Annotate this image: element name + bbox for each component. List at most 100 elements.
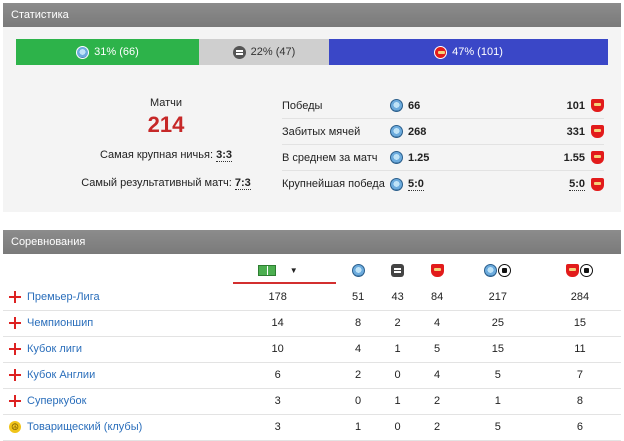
table-row: Суперкубок 3 0 1 2 1 8 — [3, 388, 621, 415]
arsenal-badge-icon — [591, 99, 604, 112]
table-cell: 5 — [456, 362, 539, 389]
competition-link[interactable]: Кубок лиги — [27, 343, 82, 355]
man-city-badge-icon — [390, 151, 403, 164]
draws-column-header[interactable] — [378, 256, 418, 284]
table-row: Чемпионшип 14 8 2 4 25 15 — [3, 310, 621, 337]
table-cell: 43 — [377, 284, 418, 311]
arsenal-badge-icon — [591, 177, 604, 191]
man-city-badge-icon — [390, 177, 403, 191]
stats-header: Статистика — [3, 3, 621, 27]
competition-link[interactable]: Кубок Англии — [27, 369, 95, 381]
team1-goals-value: 268 — [408, 125, 427, 138]
table-cell: 84 — [417, 284, 457, 311]
competition-link[interactable]: Премьер-Лига — [27, 291, 100, 303]
table-cell: 1 — [456, 388, 539, 415]
table-cell: 2 — [377, 310, 418, 337]
table-cell: 1 — [377, 388, 418, 415]
table-cell: 8 — [338, 310, 378, 337]
competition-cell: ☮ Товарищеский (клубы) — [3, 414, 217, 441]
table-cell: 15 — [538, 310, 621, 337]
peace-icon: ☮ — [9, 421, 21, 434]
wins-label: Победы — [282, 99, 323, 112]
england-flag-icon — [9, 317, 21, 330]
team1-goals-column-header[interactable] — [457, 256, 539, 284]
draws-segment[interactable]: 22% (47) — [199, 39, 329, 65]
matches-total: 214 — [147, 112, 185, 137]
biggest-win-row: Крупнейшая победа 5:0 5:0 — [282, 171, 604, 197]
table-cell: 217 — [456, 284, 539, 311]
table-cell: 7 — [538, 362, 621, 389]
table-row: Кубок лиги 10 4 1 5 15 11 — [3, 336, 621, 363]
table-cell: 6 — [538, 414, 621, 441]
table-cell: 15 — [456, 336, 539, 363]
matches-label: Матчи — [149, 97, 183, 109]
draw-icon — [391, 263, 405, 277]
team1-wins-column-header[interactable] — [338, 256, 378, 284]
arsenal-badge-icon — [430, 263, 444, 277]
team2-biggest-win-value[interactable]: 5:0 — [569, 178, 585, 191]
competition-link[interactable]: Суперкубок — [27, 395, 86, 407]
biggest-draw: Самая крупная ничья: 3:3 — [16, 149, 316, 162]
table-cell: 0 — [338, 388, 378, 415]
competition-link[interactable]: Товарищеский (клубы) — [27, 421, 142, 433]
team2-goals-value: 331 — [566, 125, 585, 138]
table-cell: 0 — [377, 362, 418, 389]
table-cell: 2 — [338, 362, 378, 389]
man-city-badge-icon — [390, 99, 403, 112]
competitions-header: Соревнования — [3, 230, 621, 254]
man-city-badge-icon — [390, 125, 403, 138]
table-row: Кубок Англии 6 2 0 4 5 7 — [3, 362, 621, 389]
draws-text: 22% (47) — [250, 46, 296, 58]
table-row: Премьер-Лига 178 51 43 84 217 284 — [3, 284, 621, 311]
team1-average-value: 1.25 — [408, 151, 430, 164]
table-cell: 11 — [538, 336, 621, 363]
competition-link[interactable]: Чемпионшип — [27, 317, 93, 329]
table-cell: 4 — [338, 336, 378, 363]
most-goals-value[interactable]: 7:3 — [234, 177, 251, 190]
team1-wins-segment[interactable]: 31% (66) — [16, 39, 199, 65]
competition-cell: Кубок Англии — [3, 362, 217, 389]
competitions-table: ▼ Премьер-Лига 178 51 43 84 217 284 Чемп… — [3, 256, 621, 441]
table-cell: 5 — [417, 336, 457, 363]
ball-icon — [498, 263, 512, 277]
biggest-draw-value[interactable]: 3:3 — [216, 149, 232, 162]
team1-biggest-win-value[interactable]: 5:0 — [408, 178, 424, 191]
england-flag-icon — [9, 369, 21, 382]
team2-wins-value: 101 — [566, 99, 585, 112]
team2-wins-column-header[interactable] — [417, 256, 457, 284]
team1-wins-value: 66 — [408, 99, 421, 112]
table-header-row: ▼ — [3, 256, 621, 284]
arsenal-badge-icon — [434, 45, 448, 59]
man-city-badge-icon — [76, 45, 90, 59]
average-label: В среднем за матч — [282, 151, 378, 164]
man-city-badge-icon — [351, 263, 365, 277]
arsenal-badge-icon — [591, 125, 604, 138]
table-cell: 25 — [456, 310, 539, 337]
england-flag-icon — [9, 395, 21, 408]
table-cell: 4 — [417, 362, 457, 389]
table-cell: 1 — [338, 414, 378, 441]
team1-wins-text: 31% (66) — [94, 46, 139, 58]
most-goals-label: Самый результативный матч: — [81, 177, 232, 189]
competition-cell: Премьер-Лига — [3, 284, 217, 311]
sort-indicator — [233, 282, 337, 284]
arsenal-badge-icon — [591, 151, 604, 164]
england-flag-icon — [9, 290, 21, 303]
table-cell: 2 — [417, 414, 457, 441]
table-cell: 6 — [217, 362, 339, 389]
table-cell: 8 — [538, 388, 621, 415]
biggest-win-label: Крупнейшая победа — [282, 178, 385, 190]
team2-goals-column-header[interactable] — [539, 256, 621, 284]
competition-column-header — [3, 256, 217, 284]
man-city-badge-icon — [484, 263, 498, 277]
table-cell: 1 — [377, 336, 418, 363]
average-row: В среднем за матч 1.25 1.55 — [282, 145, 604, 171]
table-row: ☮ Товарищеский (клубы) 3 1 0 2 5 6 — [3, 414, 621, 441]
draw-icon — [232, 45, 246, 59]
biggest-draw-label: Самая крупная ничья: — [99, 149, 214, 161]
matches-column-header[interactable]: ▼ — [217, 256, 338, 284]
table-cell: 10 — [217, 336, 339, 363]
table-cell: 51 — [338, 284, 378, 311]
team2-wins-segment[interactable]: 47% (101) — [329, 39, 608, 65]
table-cell: 14 — [217, 310, 339, 337]
